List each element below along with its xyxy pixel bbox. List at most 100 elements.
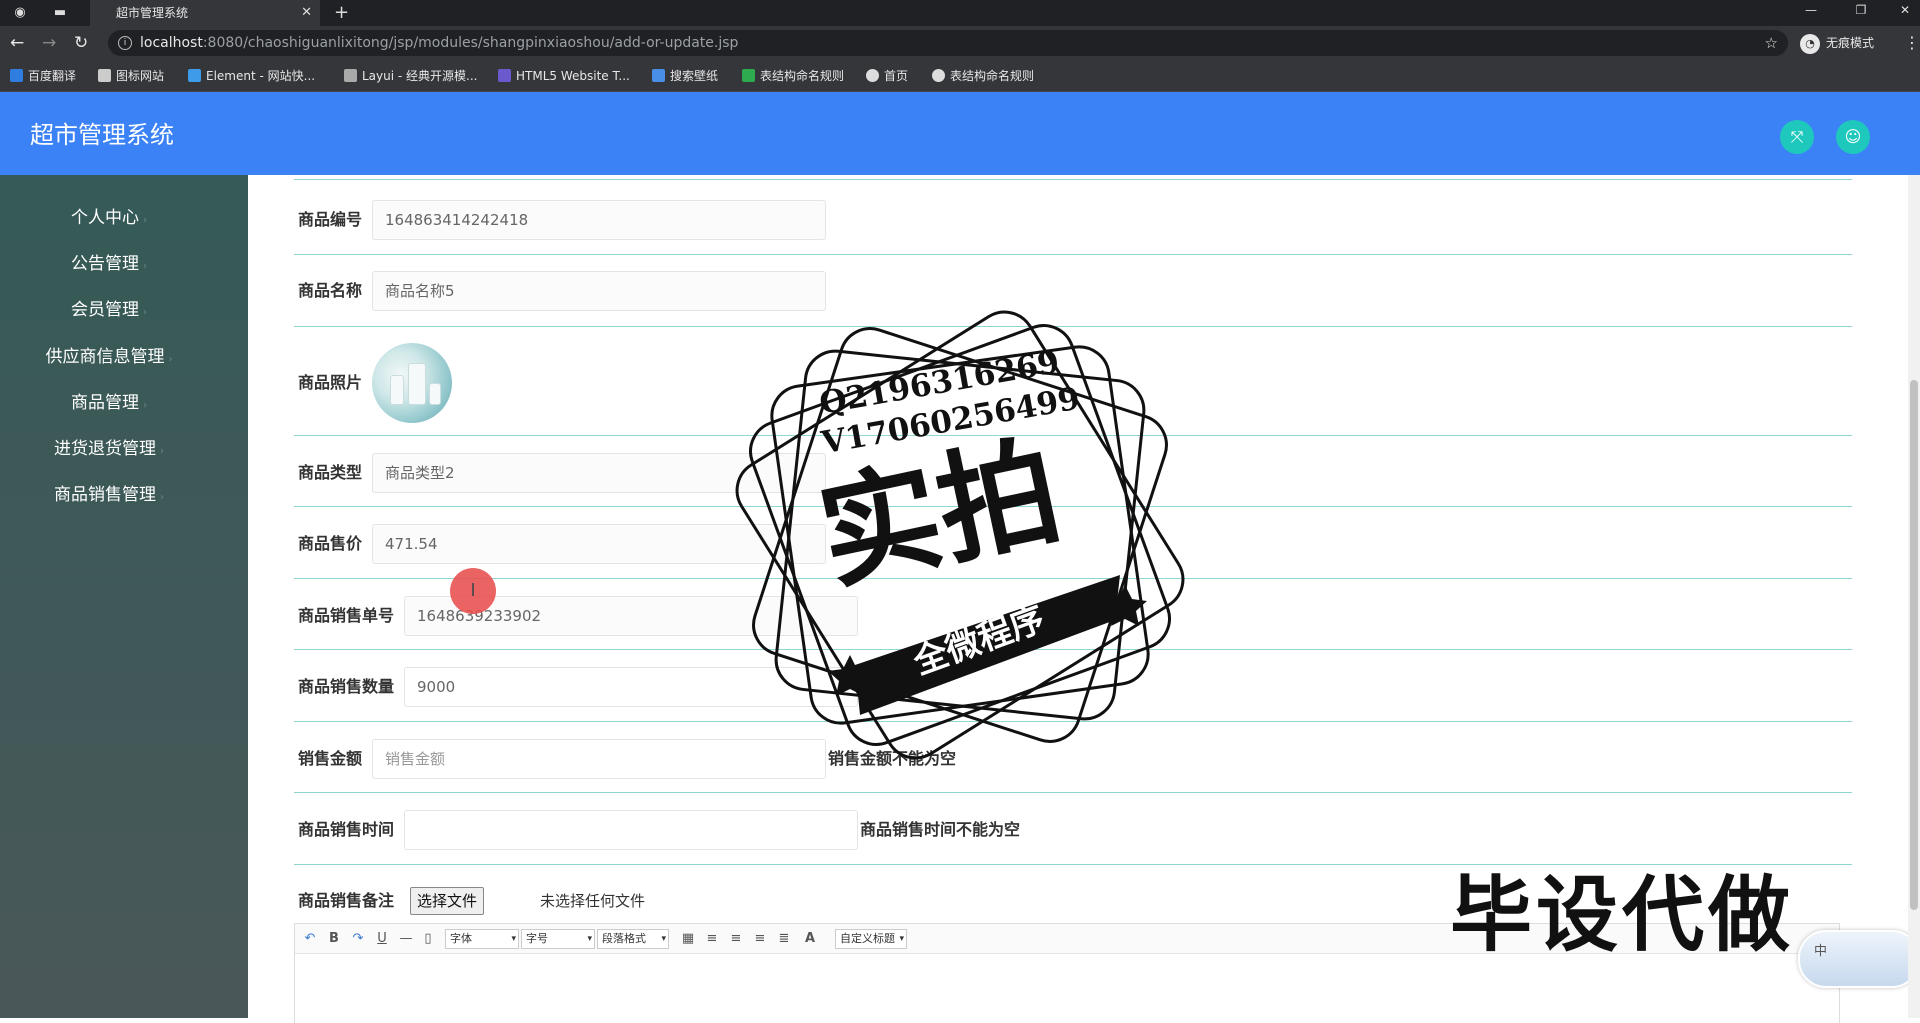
window-close-icon[interactable]: ✕ [1890,0,1920,20]
sidebar-item-products[interactable]: 商品管理 › [0,391,218,418]
user-icon[interactable]: ☺ [1836,120,1870,154]
align-right-icon[interactable]: ≡ [727,930,745,948]
chevron-down-icon: ▾ [661,934,666,944]
font-family-select[interactable]: 字体 ▾ [445,929,519,949]
ime-widget[interactable]: 中 [1798,930,1920,988]
bookmark-item[interactable]: 表结构命名规则 [742,68,844,84]
chevron-right-icon: › [143,400,147,411]
forward-icon[interactable]: → [42,33,56,53]
sale-time-input[interactable] [404,810,858,850]
paragraph-format-select[interactable]: 段落格式 ▾ [597,929,669,949]
text-color-icon[interactable]: A [801,930,819,948]
custom-title-select[interactable]: 自定义标题 ▾ [835,929,907,949]
product-price-label: 商品售价 [298,534,363,553]
corner-watermark: 毕设代做 [1450,868,1795,963]
bookmark-favicon-icon [866,69,879,82]
product-bottle-image [429,383,441,405]
product-type-label: 商品类型 [298,463,363,482]
bookmark-favicon-icon [742,69,755,82]
sidebar-item-purchase-returns[interactable]: 进货退货管理 › [0,437,218,464]
bookmark-favicon-icon [652,69,665,82]
align-justify-icon[interactable]: ≣ [775,930,793,948]
bookmark-favicon-icon [98,69,111,82]
align-left-icon[interactable]: ≡ [703,930,721,948]
product-bottle-image [408,363,426,405]
url-host: localhost [140,35,203,51]
redo-icon[interactable]: ↷ [349,930,367,948]
browser-tab-strip: ◉ ▬ 超市管理系统 ✕ + — ❐ ✕ [0,0,1920,26]
chevron-right-icon: › [160,446,164,457]
product-bottle-image [390,375,404,405]
bookmark-favicon-icon [932,69,945,82]
chevron-right-icon: › [168,354,173,365]
browser-globe-icon[interactable]: ◉ [12,5,28,21]
incognito-icon: ◔ [1800,33,1820,54]
sidebar: 个人中心 › 公告管理 › 会员管理 › 供应商信息管理 › 商品管理 › 进货退货管理 ›… [0,175,248,1018]
font-size-select[interactable]: 字号 ▾ [521,929,595,949]
bookmark-favicon-icon [188,69,201,82]
app-title: 超市管理系统 [30,121,174,149]
product-code-label: 商品编号 [298,210,363,229]
tab-close-icon[interactable]: ✕ [301,0,312,26]
product-photo-label: 商品照片 [298,373,363,392]
form-row-sale-remark: 商品销售备注 选择文件 未选择任何文件 [298,887,898,917]
restore-icon[interactable]: ❐ [1846,0,1876,20]
chevron-right-icon: › [160,492,164,503]
bookmark-item[interactable]: 表结构命名规则 [932,68,1034,84]
back-icon[interactable]: ← [10,33,24,53]
site-info-icon[interactable]: i [118,36,132,50]
chevron-right-icon: › [143,261,147,272]
chevron-right-icon: › [143,215,147,226]
url-path: :8080/chaoshiguanlixitong/jsp/modules/sh… [202,35,739,51]
browser-tab-active[interactable]: 超市管理系统 ✕ [90,0,320,26]
address-bar[interactable]: i localhost:8080/chaoshiguanlixitong/jsp… [108,30,1788,56]
browser-menu-icon[interactable]: ⋮ [1904,33,1920,52]
product-code-field[interactable]: 164863414242418 [372,200,826,240]
file-status-text: 未选择任何文件 [540,892,646,910]
sidebar-item-suppliers[interactable]: 供应商信息管理 › [0,345,218,372]
browser-toolbar: ← → ↻ i localhost:8080/chaoshiguanlixito… [0,26,1920,60]
bookmark-favicon-icon [10,69,23,82]
bookmark-item[interactable]: 百度翻译 [10,68,76,84]
fullscreen-icon[interactable]: ⤧ [1780,120,1814,154]
product-name-label: 商品名称 [298,281,363,300]
sale-time-label: 商品销售时间 [298,820,395,839]
undo-icon[interactable]: ↶ [301,930,319,948]
sidebar-item-sales[interactable]: 商品销售管理 › [0,483,218,510]
sale-order-no-label: 商品销售单号 [298,606,395,625]
bookmark-star-icon[interactable]: ☆ [1765,30,1778,56]
sidebar-item-announcements[interactable]: 公告管理 › [0,252,218,279]
reload-icon[interactable]: ↻ [74,33,88,53]
bookmark-item[interactable]: HTML5 Website T... [498,68,630,84]
bookmark-item[interactable]: Element - 网站快... [188,68,315,84]
bookmark-item[interactable]: 图标网站 [98,68,164,84]
document-icon[interactable]: ▯ [419,930,437,948]
tab-overview-icon[interactable]: ▬ [52,5,68,21]
profile-label: 无痕模式 [1826,36,1875,50]
scrollbar-thumb[interactable] [1910,380,1918,910]
bold-icon[interactable]: B [325,930,343,948]
chevron-right-icon: › [143,307,147,318]
chevron-down-icon: ▾ [587,934,592,944]
bookmarks-bar: 百度翻译 图标网站 Element - 网站快... Layui - 经典开源模… [0,60,1920,92]
page-scrollbar[interactable] [1908,175,1920,1018]
minimize-icon[interactable]: — [1796,0,1826,20]
sidebar-item-members[interactable]: 会员管理 › [0,298,218,325]
underline-icon[interactable]: U [373,930,391,948]
incognito-profile[interactable]: ◔ 无痕模式 [1800,31,1874,55]
table-icon[interactable]: ▦ [679,930,697,948]
chevron-down-icon: ▾ [899,934,904,944]
bookmark-item[interactable]: 搜索壁纸 [652,68,718,84]
bookmark-item[interactable]: Layui - 经典开源模... [344,68,477,84]
chevron-down-icon: ▾ [511,934,516,944]
horizontal-rule-icon[interactable]: — [397,930,415,948]
ime-label: 中 [1814,944,1828,959]
sidebar-item-personal-center[interactable]: 个人中心 › [0,206,218,233]
choose-file-button[interactable]: 选择文件 [410,887,485,915]
product-photo-thumbnail[interactable] [372,343,452,423]
align-center-icon[interactable]: ≡ [751,930,769,948]
click-indicator-icon: I [450,568,496,614]
bookmark-item[interactable]: 首页 [866,68,908,84]
sale-amount-label: 销售金额 [298,749,363,768]
new-tab-icon[interactable]: + [334,0,349,26]
